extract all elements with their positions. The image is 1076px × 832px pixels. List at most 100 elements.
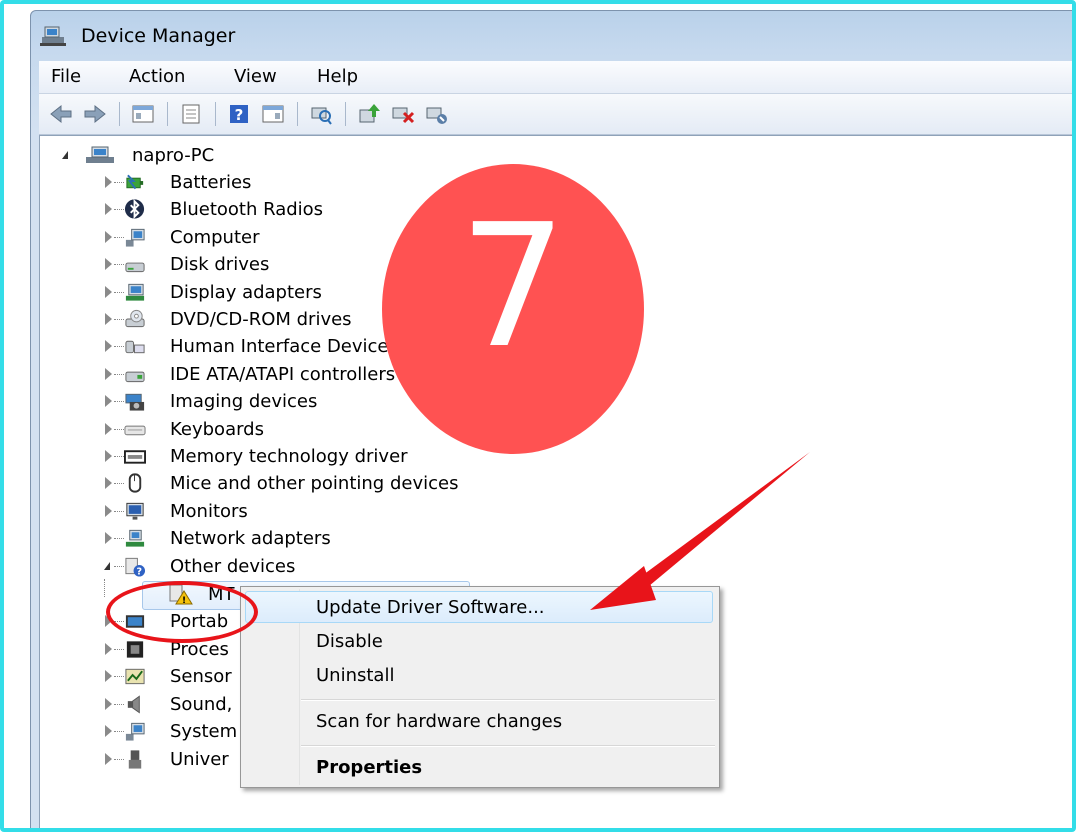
tree-connector [114,429,124,430]
tree-item[interactable]: Sensor [104,663,244,690]
uninstall-menu-item[interactable]: Uninstall [243,659,717,691]
tree-root-label: napro-PC [132,145,215,166]
help-icon[interactable]: ? [227,102,251,126]
uninstall-label: Uninstall [316,665,395,686]
keyboard-icon [124,425,146,436]
step-number: 7 [458,188,568,386]
expand-arrow-icon[interactable] [105,670,112,682]
menu-bar: File Action View Help [39,61,1072,94]
action-pane-icon[interactable] [261,102,285,126]
disable-menu-item[interactable]: Disable [243,625,717,657]
tree-item-label: Memory technology driver [170,446,408,467]
tree-item-label: Monitors [170,501,248,522]
tree-connector [114,566,124,567]
collapse-arrow-icon[interactable] [62,151,68,159]
toolbar-separator [345,102,346,126]
menu-view[interactable]: View [234,66,277,87]
expand-arrow-icon[interactable] [105,423,112,435]
mouse-icon [128,473,142,493]
monitor-icon [126,502,144,520]
tree-connector [114,676,124,677]
update-driver-software-menu-item[interactable]: Update Driver Software... [243,591,717,623]
properties-menu-item[interactable]: Properties [243,751,717,783]
tree-item-label: System [170,721,238,742]
scan-for-hardware-changes-menu-item[interactable]: Scan for hardware changes [243,705,717,737]
network-icon [125,529,145,547]
toolbar-separator [119,102,120,126]
expand-arrow-icon[interactable] [105,231,112,243]
tree-item[interactable]: ? Other devices [104,553,564,580]
tree-item-label: Imaging devices [170,391,318,412]
tree-item[interactable]: Mice and other pointing devices [104,470,564,497]
screenshot-frame: Device Manager File Action View Help ? n… [0,0,1076,832]
hid-icon [125,340,145,354]
svg-text:?: ? [235,106,244,124]
expand-arrow-icon[interactable] [105,395,112,407]
expand-arrow-icon[interactable] [105,532,112,544]
uninstall-device-icon[interactable] [391,102,415,126]
unknown-device-icon: ? [125,557,146,577]
expand-arrow-icon[interactable] [105,313,112,325]
expand-arrow-icon[interactable] [105,477,112,489]
step-number-badge: 7 [382,164,644,454]
disable-label: Disable [316,631,383,652]
toolbar-separator [215,102,216,126]
collapse-arrow-icon[interactable] [104,562,110,570]
tree-item[interactable]: System [104,718,244,745]
menu-file[interactable]: File [51,66,81,87]
dvd-drive-icon [125,309,145,328]
device-manager-icon [40,26,66,46]
tree-item[interactable]: Univer [104,746,244,773]
ide-controller-icon [125,371,145,383]
menu-help[interactable]: Help [317,66,358,87]
battery-icon [126,174,144,190]
show-hide-console-tree-icon[interactable] [131,102,155,126]
scan-hardware-icon[interactable] [309,102,333,126]
expand-arrow-icon[interactable] [105,176,112,188]
disk-drive-icon [125,262,145,273]
tree-connector [114,374,124,375]
tree-item-label: Mice and other pointing devices [170,473,459,494]
computer-root-icon [86,146,114,163]
system-icon [125,722,145,741]
expand-arrow-icon[interactable] [105,753,112,765]
properties-label: Properties [316,757,423,778]
tree-connector [114,237,124,238]
expand-arrow-icon[interactable] [105,286,112,298]
properties-sheet-icon[interactable] [179,102,203,126]
disable-device-icon[interactable] [425,102,449,126]
tree-item[interactable]: Network adapters [104,525,564,552]
tree-item-label: Batteries [170,172,252,193]
tree-connector [114,346,124,347]
tree-connector [114,319,124,320]
tree-connector [114,649,124,650]
tree-connector [114,538,124,539]
expand-arrow-icon[interactable] [105,203,112,215]
toolbar: ? [39,94,1072,135]
expand-arrow-icon[interactable] [105,643,112,655]
tree-connector [114,456,124,457]
tree-item[interactable]: Monitors [104,498,564,525]
forward-arrow-icon[interactable] [83,102,107,126]
tree-item-label: Keyboards [170,419,264,440]
tree-item-label: Sensor [170,666,232,687]
expand-arrow-icon[interactable] [105,725,112,737]
expand-arrow-icon[interactable] [105,340,112,352]
expand-arrow-icon[interactable] [105,505,112,517]
tree-item[interactable]: Sound, [104,691,244,718]
tree-connector [114,759,124,760]
memory-icon [124,450,146,464]
tree-item-label: Bluetooth Radios [170,199,324,220]
update-driver-software-label: Update Driver Software... [316,597,545,618]
expand-arrow-icon[interactable] [105,368,112,380]
title-bar: Device Manager [31,11,1072,55]
expand-arrow-icon[interactable] [105,258,112,270]
tree-item-label: IDE ATA/ATAPI controllers [170,364,396,385]
expand-arrow-icon[interactable] [105,698,112,710]
back-arrow-icon[interactable] [49,102,73,126]
tree-item-label: Univer [170,749,229,770]
expand-arrow-icon[interactable] [105,450,112,462]
menu-action[interactable]: Action [129,66,185,87]
tree-root[interactable]: napro-PC [62,142,262,169]
update-driver-icon[interactable] [357,102,381,126]
